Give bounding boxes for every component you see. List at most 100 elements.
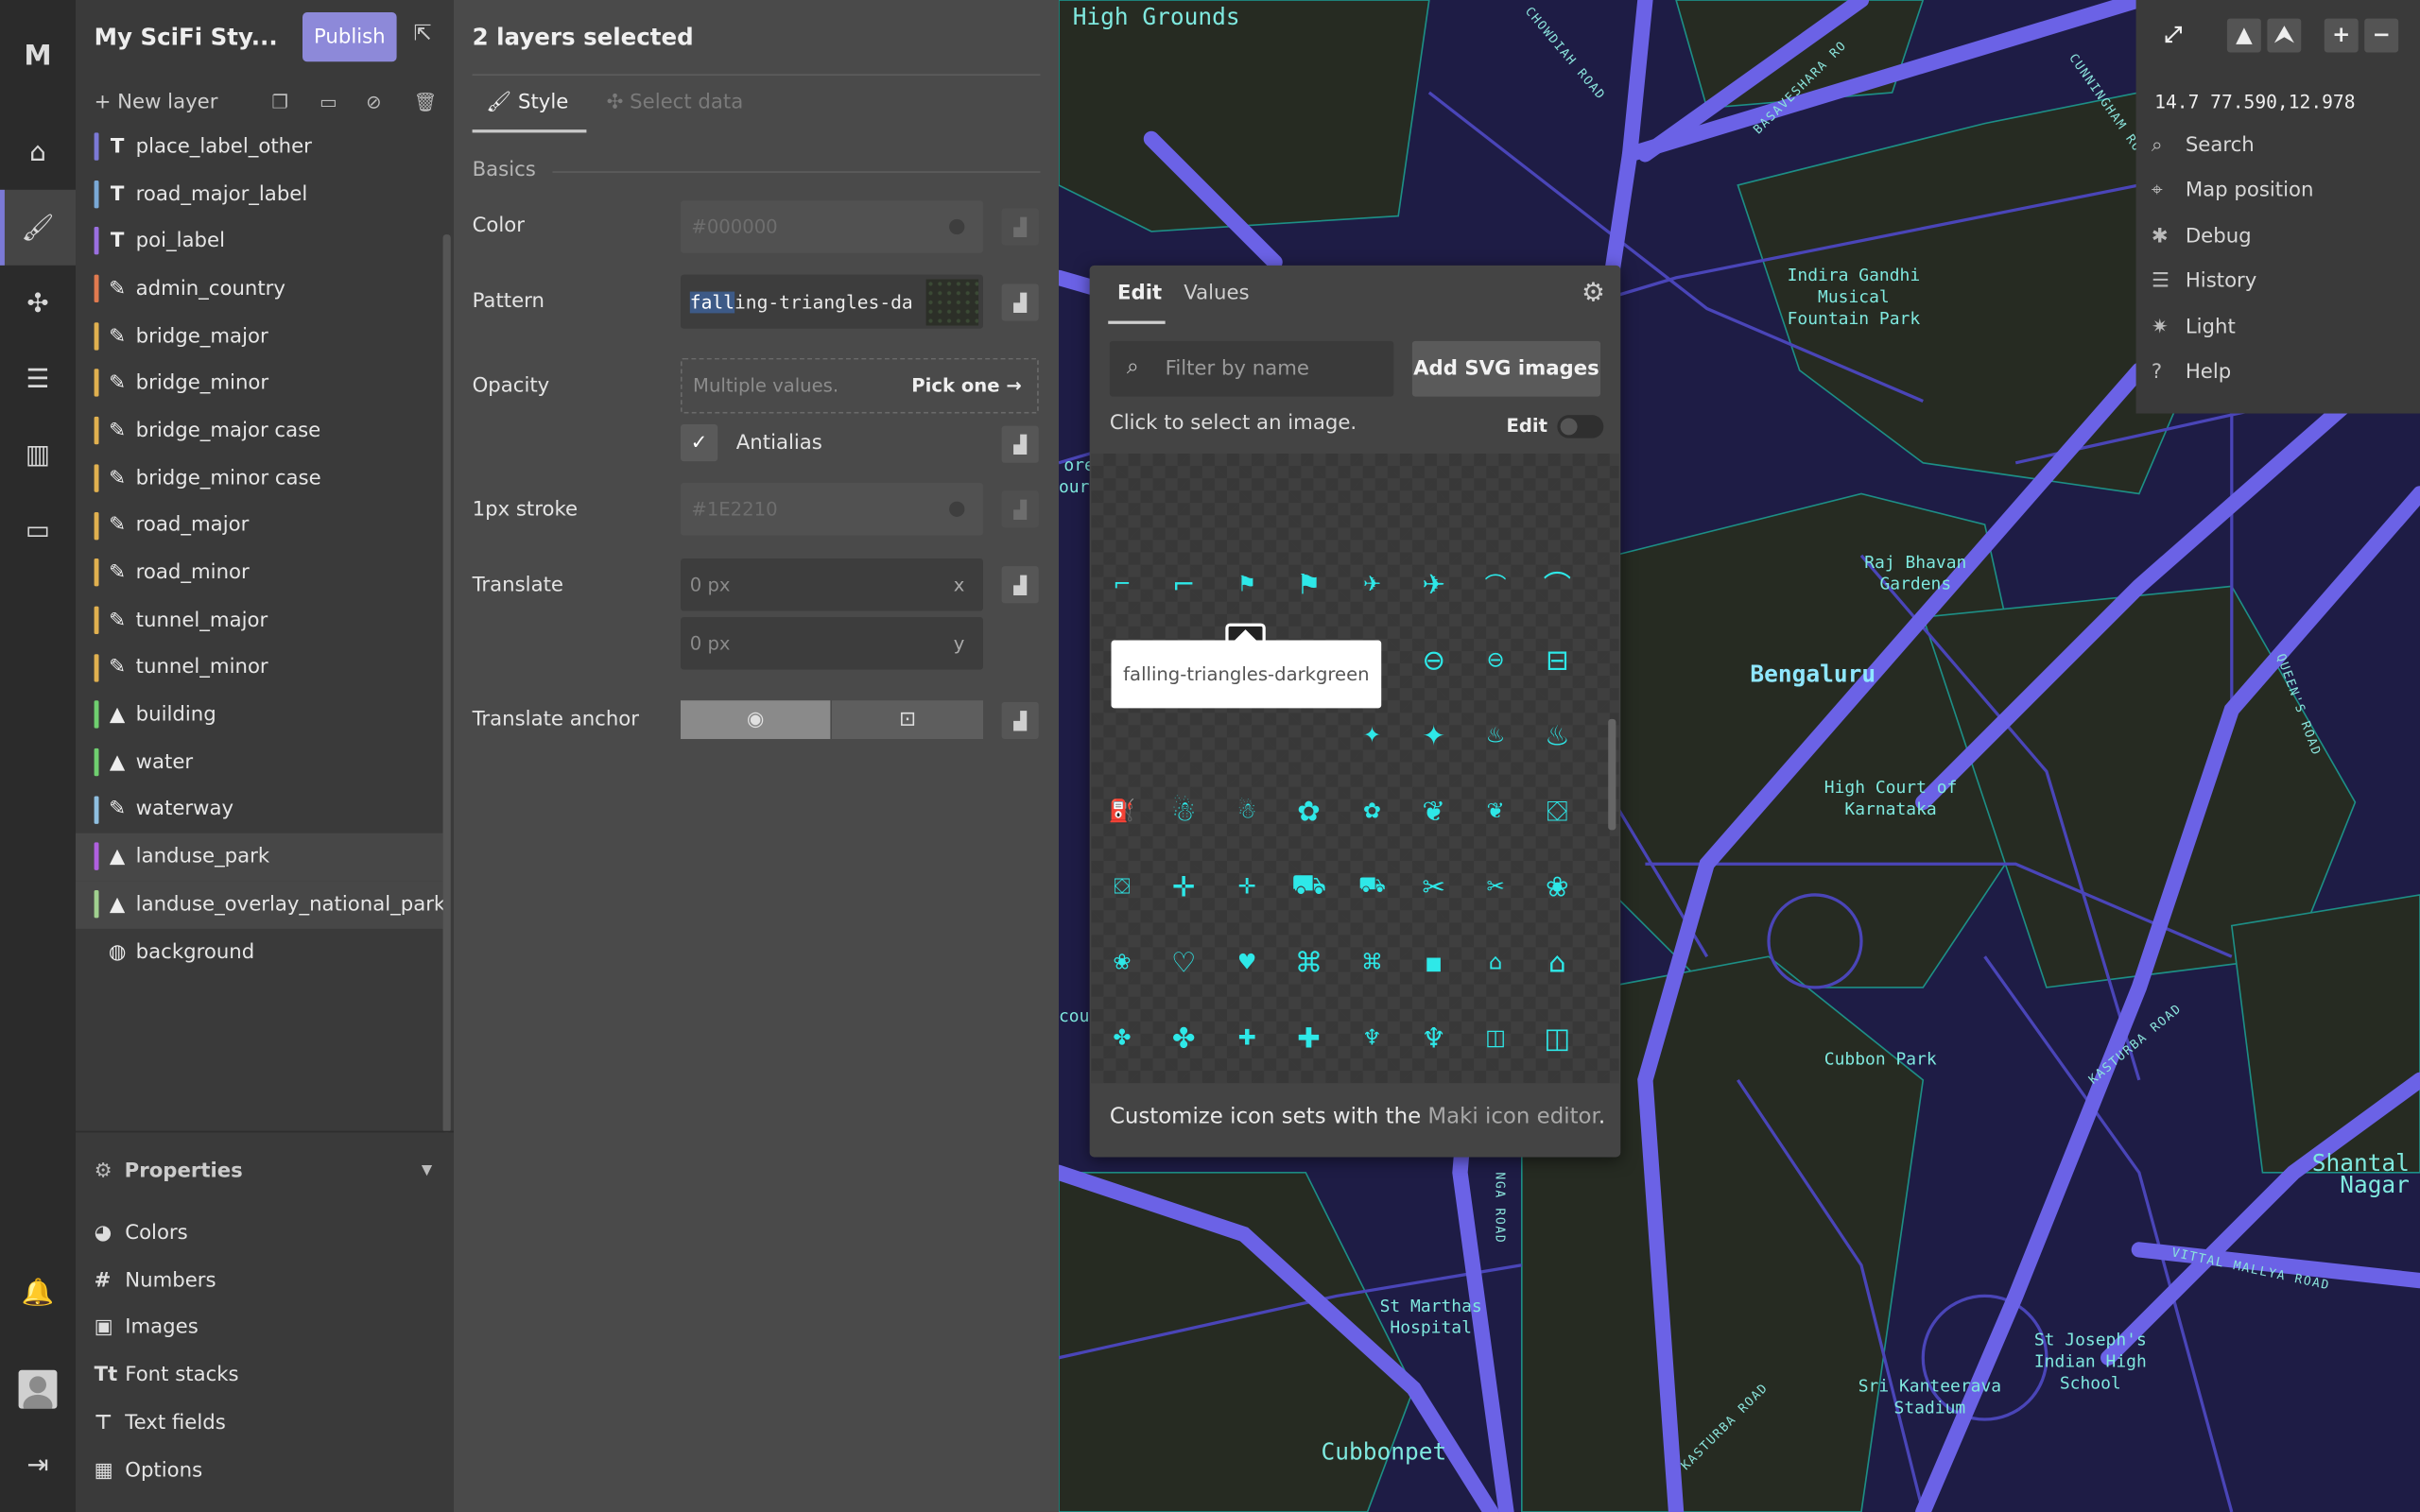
image-tile-icon[interactable]: ❀ [1100,941,1144,985]
pick-one-button[interactable]: Pick one → [911,375,1022,397]
image-tile-icon[interactable]: ✚ [1288,1017,1331,1060]
gear-icon[interactable]: ⚙ [1582,278,1605,309]
image-tile-icon[interactable]: ✤ [1162,1017,1205,1060]
image-tile-icon[interactable]: ✿ [1351,790,1394,833]
image-tile-icon[interactable]: ✦ [1412,714,1456,758]
layer-row[interactable]: ▲ building [76,692,443,739]
image-tile-icon[interactable]: ⌂ [1474,941,1517,985]
image-tile-icon[interactable]: ♆ [1351,1017,1394,1060]
maki-editor-link[interactable]: Maki icon editor [1427,1105,1598,1129]
image-tile-icon[interactable]: ◫ [1535,1017,1579,1060]
layer-row[interactable]: ◍ background [76,928,443,975]
property-item[interactable]: ⊤ Text fields [95,1412,226,1435]
zoom-function-button[interactable]: ▟ [1001,566,1039,604]
app-logo[interactable]: M [0,19,76,94]
image-tile-icon[interactable]: ⛽ [1100,790,1144,833]
image-tile-icon[interactable]: ✈ [1412,563,1456,607]
image-tile-icon[interactable]: ♆ [1412,1017,1456,1060]
map-menu-light[interactable]: ✷ Light [2152,317,2236,339]
translate-y-input[interactable]: 0 px y [680,617,983,670]
antialias-checkbox[interactable]: ✓ [680,423,718,462]
property-item[interactable]: Tt Font stacks [95,1364,239,1386]
zoom-out-button[interactable]: − [2364,18,2399,53]
map-menu-position[interactable]: ⌖ Map position [2152,179,2314,201]
paint-brush-icon[interactable]: 🖌 [0,189,76,266]
layer-row[interactable]: ✎ admin_country [76,266,443,313]
image-tile-icon[interactable]: ♨ [1535,714,1579,758]
image-tile-icon[interactable]: ⌘ [1351,941,1394,985]
image-tile-icon[interactable]: ⛟ [1288,866,1331,909]
image-tile-icon[interactable]: ♥ [1225,941,1269,985]
map-menu-history[interactable]: ☰ History [2152,270,2256,293]
image-tile-icon[interactable]: ✚ [1225,1017,1269,1060]
image-tile-icon[interactable]: ✈ [1351,563,1394,607]
anchor-viewport-button[interactable]: ⊡ [831,700,983,740]
new-layer-button[interactable]: + New layer [95,91,218,113]
image-tile-icon[interactable]: ⌒ [1474,563,1517,607]
image-grid-scrollbar[interactable] [1608,718,1616,831]
add-svg-images-button[interactable]: Add SVG images [1411,340,1601,397]
image-tile-icon[interactable]: ⌐ [1162,563,1205,607]
image-tile-icon[interactable]: ✂ [1412,866,1456,909]
filter-input[interactable]: ⌕ Filter by name [1109,340,1394,397]
image-tile-icon[interactable]: ✂ [1474,866,1517,909]
home-icon[interactable]: ⌂ [0,114,76,190]
layer-row[interactable]: ✎ waterway [76,786,443,833]
database-icon[interactable]: ☰ [0,341,76,417]
sign-out-icon[interactable]: ⇥ [0,1427,76,1503]
trash-icon[interactable]: 🗑 [414,91,438,112]
layer-row[interactable]: ▲ landuse_park [75,833,443,882]
bell-icon[interactable]: 🔔 [0,1254,76,1330]
layer-row[interactable]: Troad_major_label [76,171,443,218]
layer-row[interactable]: ▲ water [76,739,443,786]
layer-row[interactable]: ✎ tunnel_minor [76,644,443,692]
publish-button[interactable]: Publish [302,12,397,62]
layer-row[interactable]: ✎ tunnel_major [76,597,443,644]
property-item[interactable]: ◕ Colors [95,1222,188,1245]
image-tile-icon[interactable]: ⊖ [1412,639,1456,682]
image-tile-icon[interactable]: ❦ [1412,790,1456,833]
pattern-preview[interactable] [925,279,979,326]
property-item[interactable]: ▣ Images [95,1316,199,1339]
zoom-function-button[interactable]: ▟ [1001,701,1039,740]
zoom-in-button[interactable]: + [2324,18,2359,53]
image-tile-icon[interactable]: ⚑ [1288,563,1331,607]
image-tile-icon[interactable]: ♡ [1162,941,1205,985]
image-tile-icon[interactable]: ⛋ [1535,790,1579,833]
image-tile-icon[interactable]: ⊖ [1474,639,1517,682]
image-tile-icon[interactable]: ⛟ [1351,866,1394,909]
components-icon[interactable]: ✣ [0,266,76,341]
map-menu-search[interactable]: ⌕ Search [2152,134,2255,157]
properties-toggle[interactable]: ⚙ Properties [95,1160,243,1183]
edit-toggle[interactable] [1557,415,1604,438]
layer-list-scrollbar[interactable] [442,234,451,1133]
style-title[interactable]: My SciFi Sty... [95,23,278,50]
tab-select-data[interactable]: ✣ Select data [607,91,744,113]
layer-row[interactable]: Tpoi_label [76,218,443,266]
layer-row[interactable]: ✎ bridge_major case [76,407,443,455]
layer-row[interactable]: ▲ landuse_overlay_national_park [75,881,445,929]
layer-row[interactable]: ✎ road_minor [76,550,443,597]
image-tile-icon[interactable]: ◫ [1474,1017,1517,1060]
image-tile-icon[interactable]: ⌐ [1100,563,1144,607]
image-tile-icon[interactable]: ❦ [1474,790,1517,833]
tab-edit[interactable]: Edit [1108,281,1166,324]
image-tile-icon[interactable]: ✛ [1162,866,1205,909]
image-tile-icon[interactable]: ⌒ [1535,563,1579,607]
avatar[interactable] [18,1369,58,1409]
duplicate-icon[interactable]: ❐ [271,91,293,112]
image-tile-icon[interactable]: ⊟ [1535,639,1579,682]
folder-icon[interactable]: ▭ [0,492,76,568]
image-tile-icon[interactable]: ⚑ [1225,563,1269,607]
image-tile-icon[interactable]: ✛ [1225,866,1269,909]
chevron-down-icon[interactable]: ▼ [422,1163,432,1178]
image-tile-icon[interactable]: ⌂ [1535,941,1579,985]
image-tile-icon[interactable]: ✦ [1351,714,1394,758]
image-tile-icon[interactable]: ⌘ [1288,941,1331,985]
image-tile-icon[interactable]: ☃ [1162,790,1205,833]
image-tile-icon[interactable]: ♨ [1474,714,1517,758]
zoom-function-button[interactable]: ▟ [1001,284,1039,321]
image-tile-icon[interactable]: ✿ [1288,790,1331,833]
image-tile-icon[interactable]: ❀ [1535,866,1579,909]
property-item[interactable]: ▦ Options [95,1459,203,1482]
